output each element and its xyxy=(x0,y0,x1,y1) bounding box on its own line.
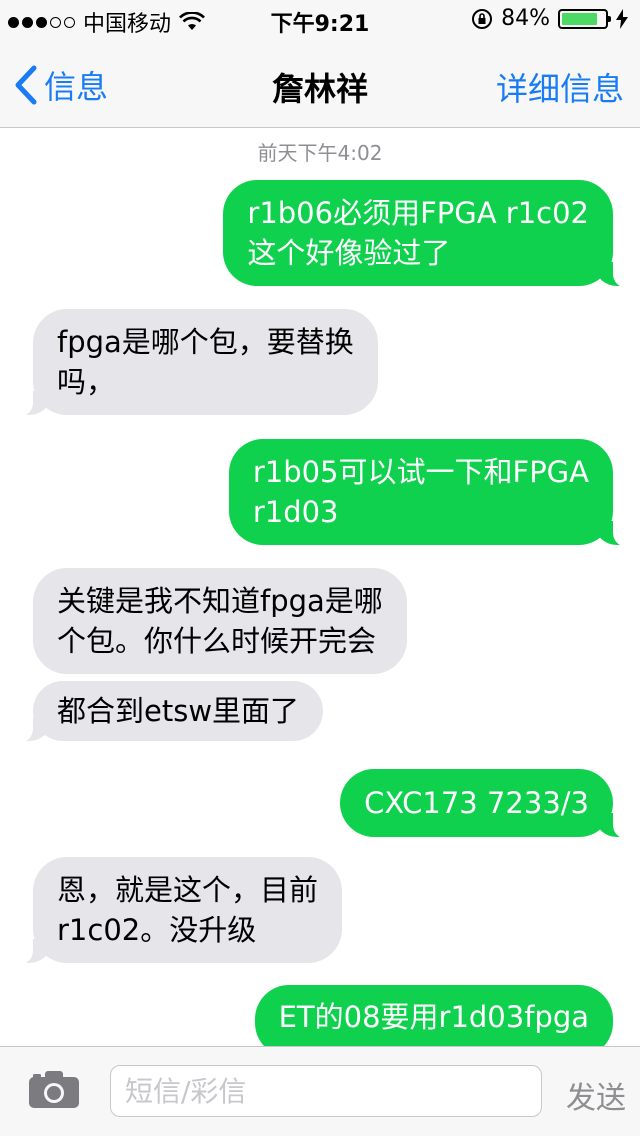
camera-icon xyxy=(29,1071,79,1108)
battery-icon xyxy=(558,8,611,29)
sent-message-bubble[interactable]: r1b05可以试一下和FPGA r1d03 xyxy=(228,439,640,547)
sent-message-bubble[interactable]: CXC173 7233/3 xyxy=(340,769,640,839)
battery-tip xyxy=(608,15,611,22)
sent-message-bubble[interactable]: ET的08要用r1d03fpga xyxy=(254,985,613,1046)
battery-level xyxy=(562,12,597,25)
charging-icon xyxy=(616,8,628,29)
camera-button[interactable] xyxy=(28,1069,80,1113)
message-thread[interactable]: 前天下午4:02 r1b06必须用FPGA r1c02 这个好像验过了 fpga… xyxy=(0,128,640,1046)
compose-bar: 发送 xyxy=(0,1046,640,1136)
sent-message-bubble[interactable]: r1b06必须用FPGA r1c02 这个好像验过了 xyxy=(223,180,640,288)
battery-percentage: 84% xyxy=(501,6,550,31)
details-button[interactable]: 详细信息 xyxy=(496,64,624,110)
send-button[interactable]: 发送 xyxy=(566,1073,626,1117)
received-message-bubble[interactable]: 恩，就是这个，目前 r1c02。没升级 xyxy=(4,857,343,965)
received-message-bubble[interactable]: 都合到etsw里面了 xyxy=(4,681,324,743)
received-message-bubble[interactable]: 关键是我不知道fpga是哪 个包。你什么时候开完会 xyxy=(33,568,407,674)
received-message-bubble[interactable]: fpga是哪个包，要替换 吗， xyxy=(5,309,378,417)
status-bar: 中国移动 下午9:21 84% xyxy=(0,0,640,40)
message-timestamp: 前天下午4:02 xyxy=(257,141,383,165)
rotation-lock-icon xyxy=(472,8,493,29)
message-input[interactable] xyxy=(110,1065,542,1117)
status-right: 84% xyxy=(471,6,628,31)
navigation-bar: 信息 詹林祥 详细信息 xyxy=(0,40,640,128)
